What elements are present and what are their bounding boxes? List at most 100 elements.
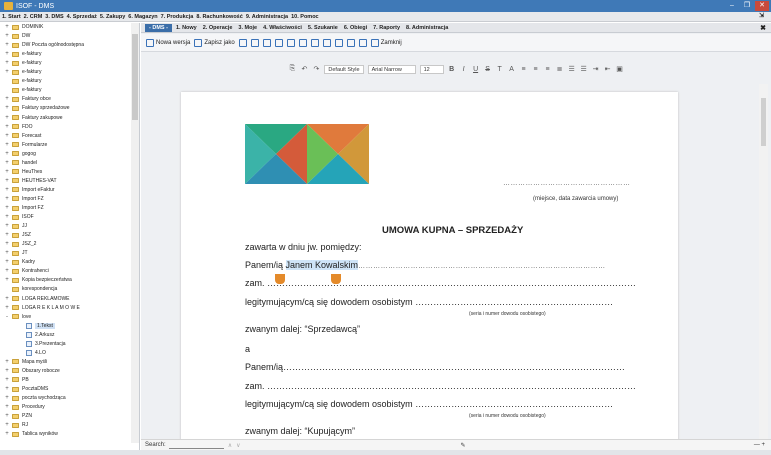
expand-toggle-icon[interactable]: + <box>4 431 10 437</box>
expand-toggle-icon[interactable]: + <box>4 33 10 39</box>
tree-item[interactable]: e-faktury <box>0 86 41 94</box>
tree-item[interactable]: 4.LO <box>0 349 46 357</box>
new-version-button[interactable]: Nowa wersja <box>146 38 190 47</box>
module-raporty[interactable]: 7. Raporty <box>373 25 400 31</box>
close-window-button[interactable]: ✕ <box>755 1 769 11</box>
expand-toggle-icon[interactable]: + <box>4 268 10 274</box>
search-input[interactable] <box>168 441 224 449</box>
tree-item[interactable]: + JSZ <box>0 231 31 239</box>
expand-toggle-icon[interactable]: + <box>4 160 10 166</box>
refresh-icon[interactable] <box>322 38 331 47</box>
italic-icon[interactable]: I <box>460 66 468 73</box>
download-icon[interactable] <box>310 38 319 47</box>
expand-toggle-icon[interactable]: + <box>4 377 10 383</box>
bullet-list-icon[interactable]: ☰ <box>580 65 588 73</box>
tree-item[interactable]: + Import FZ <box>0 195 43 203</box>
copy-icon[interactable] <box>346 38 355 47</box>
expand-toggle-icon[interactable]: + <box>4 232 10 238</box>
expand-toggle-icon[interactable]: + <box>4 205 10 211</box>
expand-toggle-icon[interactable]: + <box>4 60 10 66</box>
pin-icon[interactable]: ⇲ <box>759 12 764 19</box>
module-szukanie[interactable]: 5. Szukanie <box>308 25 338 31</box>
expand-toggle-icon[interactable]: + <box>4 368 10 374</box>
bold-icon[interactable]: B <box>448 66 456 73</box>
save-as-button[interactable]: Zapisz jako <box>194 38 235 47</box>
expand-toggle-icon[interactable]: + <box>4 241 10 247</box>
expand-toggle-icon[interactable]: + <box>4 187 10 193</box>
undo-icon[interactable]: ↶ <box>300 65 308 73</box>
zoom-controls[interactable]: — + <box>754 442 765 448</box>
expand-toggle-icon[interactable]: + <box>4 359 10 365</box>
tree-item[interactable]: + Import FZ <box>0 204 43 212</box>
expand-toggle-icon[interactable]: + <box>4 124 10 130</box>
clear-format-icon[interactable]: T <box>496 66 504 73</box>
numbered-list-icon[interactable]: ☰ <box>568 65 576 73</box>
document-page[interactable]: …………………………………………… (miejsce, data zawarci… <box>181 92 678 439</box>
tree-item[interactable]: + Faktury sprzedażowe <box>0 104 69 112</box>
justify-icon[interactable]: ≣ <box>556 65 564 73</box>
tree-item[interactable]: + poczta wychodząca <box>0 394 65 402</box>
tree-item[interactable]: + DOMINIK <box>0 23 43 31</box>
tree-item[interactable]: + Kadry <box>0 258 35 266</box>
tree-item[interactable]: + JSZ_2 <box>0 240 36 248</box>
expand-toggle-icon[interactable]: + <box>4 413 10 419</box>
expand-toggle-icon[interactable]: + <box>4 96 10 102</box>
tree-item[interactable]: + PocztaDMS <box>0 385 48 393</box>
maximize-button[interactable]: ❐ <box>740 1 754 11</box>
align-center-icon[interactable]: ≡ <box>532 66 540 73</box>
search-prev-icon[interactable]: ∧ <box>228 442 232 449</box>
tree-item[interactable]: + gogog <box>0 150 36 158</box>
module-nowy[interactable]: 1. Nowy <box>176 25 197 31</box>
expand-toggle-icon[interactable]: + <box>4 395 10 401</box>
indent-icon[interactable]: ⇥ <box>592 65 600 73</box>
tree-item[interactable]: + JT <box>0 249 27 257</box>
close-module-button[interactable]: ✖ <box>760 24 766 32</box>
clock-icon[interactable] <box>298 38 307 47</box>
expand-toggle-icon[interactable]: + <box>4 51 10 57</box>
menu-zakupy[interactable]: 5. Zakupy <box>100 14 125 20</box>
module-administracja[interactable]: 8. Administracja <box>406 25 448 31</box>
expand-toggle-icon[interactable]: + <box>4 259 10 265</box>
tree-item[interactable]: + FDO <box>0 123 32 131</box>
menu-magazyn[interactable]: 6. Magazyn <box>128 14 157 20</box>
tree-item[interactable]: + Obszary robocze <box>0 367 60 375</box>
tree-item[interactable]: 3.Prezentacja <box>0 340 66 348</box>
tree-item[interactable]: + PB <box>0 376 28 384</box>
expand-toggle-icon[interactable]: + <box>4 196 10 202</box>
expand-toggle-icon[interactable]: + <box>4 42 10 48</box>
tree-item[interactable]: + e-faktury <box>0 59 41 67</box>
tree-item[interactable]: + Tablica wyników <box>0 430 58 438</box>
expand-toggle-icon[interactable]: + <box>4 250 10 256</box>
tree-item[interactable]: + LOGA R E K L A M O W E <box>0 304 80 312</box>
font-color-icon[interactable]: A <box>508 66 516 73</box>
selected-text[interactable]: Janem Kowalskim <box>285 260 359 270</box>
tree-item[interactable]: + HeuThes <box>0 168 42 176</box>
module-moje[interactable]: 3. Moje <box>238 25 257 31</box>
module-obiegi[interactable]: 6. Obiegi <box>344 25 367 31</box>
tree-item[interactable]: korespondencja <box>0 285 57 293</box>
tree-item[interactable]: + Faktury obce <box>0 95 51 103</box>
menu-dms[interactable]: 3. DMS <box>45 14 63 20</box>
style-select[interactable]: Default Style <box>324 64 364 74</box>
expand-toggle-icon[interactable]: + <box>4 105 10 111</box>
tree-scroll-thumb[interactable] <box>132 34 138 120</box>
tree-item[interactable]: - love <box>0 313 31 321</box>
module-operacje[interactable]: 2. Operacje <box>203 25 233 31</box>
properties-icon[interactable] <box>286 38 295 47</box>
tree-item[interactable]: + LOGA REKLAMOWE <box>0 295 69 303</box>
dms-badge[interactable]: - DMS - <box>145 23 172 32</box>
expand-toggle-icon[interactable]: + <box>4 142 10 148</box>
expand-toggle-icon[interactable]: + <box>4 404 10 410</box>
expand-toggle-icon[interactable]: + <box>4 69 10 75</box>
tree-item[interactable]: + Import eFaktur <box>0 186 54 194</box>
search-next-icon[interactable]: ∨ <box>236 442 240 449</box>
tree-item[interactable]: + DW Poczta ogólnodostępna <box>0 41 84 49</box>
expand-toggle-icon[interactable]: + <box>4 178 10 184</box>
tree-item[interactable]: + Forecast <box>0 132 41 140</box>
tree-item[interactable]: 2.Arkusz <box>0 331 54 339</box>
menu-start[interactable]: 1. Start <box>2 14 21 20</box>
expand-toggle-icon[interactable]: + <box>4 422 10 428</box>
outdent-icon[interactable]: ⇤ <box>604 65 612 73</box>
menu-crm[interactable]: 2. CRM <box>24 14 43 20</box>
edit-icon[interactable]: ✎ <box>461 442 466 449</box>
